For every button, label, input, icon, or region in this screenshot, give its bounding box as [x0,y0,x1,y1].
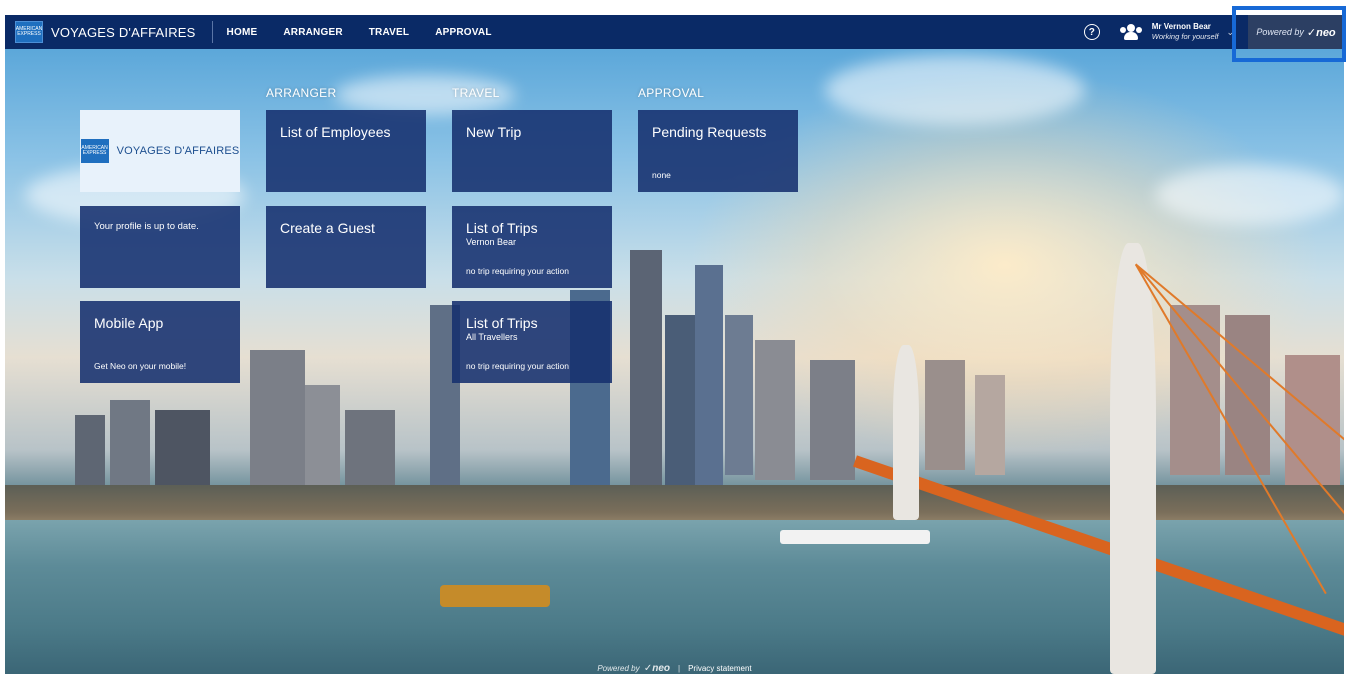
nav-divider [211,21,213,43]
brand-logo-tile: AMERICAN EXPRESS VOYAGES D'AFFAIRES [80,110,240,192]
mobile-app-tile[interactable]: Mobile App Get Neo on your mobile! [80,301,240,383]
create-guest-tile[interactable]: Create a Guest [266,206,426,288]
brand-name: VOYAGES D'AFFAIRES [51,24,196,40]
footer-powered-by: Powered by ✓neo [597,663,670,674]
list-of-trips-footer: no trip requiring your action [466,266,570,276]
amex-logo-text: AMERICAN EXPRESS [81,145,108,156]
amex-logo-icon: AMERICAN EXPRESS [80,139,109,163]
nav-arranger[interactable]: ARRANGER [283,27,342,38]
nav-travel[interactable]: TRAVEL [369,27,409,38]
top-navigation-bar: AMERICAN EXPRESS VOYAGES D'AFFAIRES HOME… [5,15,1344,49]
section-label-arranger: ARRANGER [266,86,337,100]
list-of-trips-all-footer: no trip requiring your action [466,361,570,371]
footer-separator: | [678,663,681,673]
amex-logo-text: AMERICAN EXPRESS [15,26,43,37]
privacy-statement-link[interactable]: Privacy statement [688,664,752,673]
users-icon[interactable] [1119,24,1142,40]
user-name: Mr Vernon Bear [1151,22,1211,31]
user-subtitle: Working for yourself [1151,32,1219,41]
mobile-app-footer: Get Neo on your mobile! [94,361,187,371]
page-footer: Powered by ✓neo | Privacy statement [0,662,1349,674]
pending-requests-tile[interactable]: Pending Requests none [638,110,798,192]
list-of-trips-all-title: List of Trips [466,315,538,331]
new-trip-tile[interactable]: New Trip [452,110,612,192]
brand-link[interactable]: AMERICAN EXPRESS VOYAGES D'AFFAIRES [5,15,196,49]
logo-tile-text: VOYAGES D'AFFAIRES [116,145,240,157]
section-label-travel: TRAVEL [452,86,500,100]
help-icon[interactable]: ? [1083,24,1100,40]
list-of-trips-subtitle: Vernon Bear [466,237,517,247]
nav-home[interactable]: HOME [227,27,258,38]
create-guest-title: Create a Guest [280,220,375,236]
nav-approval[interactable]: APPROVAL [435,27,491,38]
list-of-employees-tile[interactable]: List of Employees [266,110,426,192]
section-label-approval: APPROVAL [638,86,705,100]
mobile-app-title: Mobile App [94,315,164,331]
pending-requests-footer: none [652,170,671,180]
footer-powered-text: Powered by [597,663,640,673]
amex-logo-icon: AMERICAN EXPRESS [15,21,43,43]
new-trip-title: New Trip [466,124,522,140]
list-of-trips-title: List of Trips [466,220,538,236]
list-of-trips-all-subtitle: All Travellers [466,332,518,342]
list-of-employees-title: List of Employees [280,124,391,140]
highlight-box [1232,6,1346,62]
footer-neo-logo: ✓neo [643,662,670,674]
list-of-trips-all-tile[interactable]: List of Trips All Travellers no trip req… [452,301,612,383]
user-menu[interactable]: Mr Vernon Bear Working for yourself [1152,22,1219,42]
profile-status-tile[interactable]: Your profile is up to date. [80,206,240,288]
pending-requests-title: Pending Requests [652,124,767,140]
profile-status-text: Your profile is up to date. [94,221,199,232]
footer-neo-text: neo [652,662,670,674]
list-of-trips-mine-tile[interactable]: List of Trips Vernon Bear no trip requir… [452,206,612,288]
